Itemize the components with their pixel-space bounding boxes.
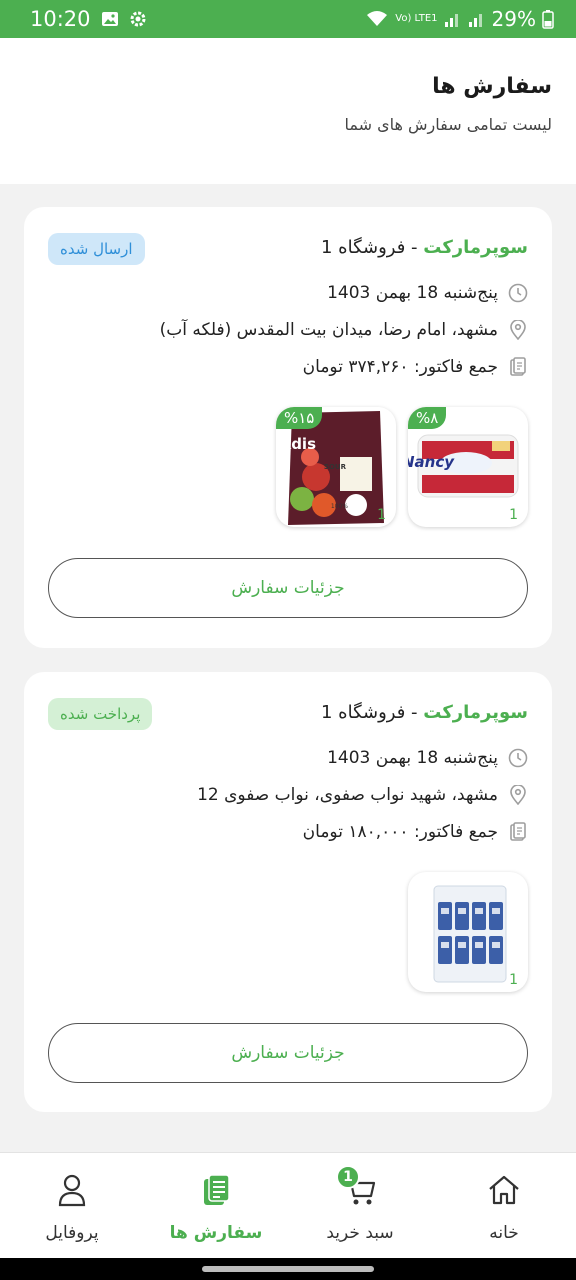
order-details-button[interactable]: جزئیات سفارش (48, 1023, 528, 1083)
network-label: Vo) LTE1 (395, 13, 438, 24)
status-bar: 10:20 Vo) LTE1 29% (0, 0, 576, 38)
order-total-row: جمع فاکتور: ۳۷۴,۲۶۰ تومان (303, 357, 528, 377)
settings-gear-icon (129, 10, 147, 28)
svg-text:SOUR: SOUR (324, 463, 347, 471)
battery-icon (542, 9, 554, 29)
product-thumbnail[interactable]: Nancy %۸ 1 (408, 407, 528, 527)
home-gesture-handle[interactable] (202, 1266, 374, 1272)
nav-profile[interactable]: پروفایل (0, 1153, 144, 1258)
nav-cart[interactable]: 1 سبد خرید (288, 1153, 432, 1258)
order-total: جمع فاکتور: ۳۷۴,۲۶۰ تومان (302, 357, 498, 377)
order-date-row: پنج‌شنبه 18 بهمن 1403 (327, 748, 528, 768)
page-subtitle: لیست تمامی سفارش های شما (344, 115, 552, 134)
order-card[interactable]: سوپرمارکت - فروشگاه 1 پرداخت شده پنج‌شنب… (24, 672, 552, 1112)
discount-badge: %۸ (408, 407, 447, 429)
product-qty: 1 (377, 507, 386, 523)
order-address-row: مشهد، شهید نواب صفوی، نواب صفوی 12 (197, 785, 528, 805)
store-name: سوپرمارکت - فروشگاه 1 (320, 237, 528, 258)
nav-home-label: خانه (489, 1223, 519, 1243)
clock-icon (508, 748, 528, 768)
clock-icon (508, 283, 528, 303)
home-icon (487, 1173, 521, 1211)
order-card[interactable]: سوپرمارکت - فروشگاه 1 ارسال شده پنج‌شنبه… (24, 207, 552, 648)
svg-text:Takdis: Takdis (276, 435, 316, 453)
profile-icon (57, 1173, 87, 1211)
order-total: جمع فاکتور: ۱۸۰,۰۰۰ تومان (302, 822, 498, 842)
nav-cart-label: سبد خرید (326, 1223, 394, 1243)
order-total-row: جمع فاکتور: ۱۸۰,۰۰۰ تومان (303, 822, 528, 842)
page-header: سفارش ها لیست تمامی سفارش های شما (0, 38, 576, 184)
order-date: پنج‌شنبه 18 بهمن 1403 (327, 283, 498, 303)
status-time: 10:20 (30, 7, 91, 31)
location-pin-icon (508, 785, 528, 805)
product-thumbnail[interactable]: 1 (408, 872, 528, 992)
store-brand: سوپرمارکت (423, 702, 528, 723)
svg-text:100%: 100% (331, 503, 348, 510)
status-badge: ارسال شده (48, 233, 145, 265)
nav-orders[interactable]: سفارش ها (144, 1153, 288, 1258)
location-pin-icon (508, 320, 528, 340)
product-thumbnails: Nancy %۸ 1 Takdis SOUR 100% %۱۵ 1 (276, 407, 528, 527)
store-name: سوپرمارکت - فروشگاه 1 (320, 702, 528, 723)
battery-percent: 29% (491, 7, 536, 31)
wifi-icon (365, 10, 389, 28)
order-address: مشهد، امام رضا، میدان بیت المقدس (فلکه آ… (159, 320, 498, 340)
cart-count-badge: 1 (336, 1165, 360, 1189)
page-title: سفارش ها (432, 74, 552, 99)
invoice-icon (508, 822, 528, 842)
order-details-button[interactable]: جزئیات سفارش (48, 558, 528, 618)
product-qty: 1 (509, 507, 518, 523)
nav-orders-label: سفارش ها (169, 1223, 263, 1243)
signal-icon-2 (468, 10, 486, 28)
order-address: مشهد، شهید نواب صفوی، نواب صفوی 12 (197, 785, 498, 805)
product-qty: 1 (509, 972, 518, 988)
bottom-navigation: پروفایل سفارش ها 1 سبد خرید خانه (0, 1152, 576, 1258)
svg-text:Nancy: Nancy (408, 453, 455, 471)
discount-badge: %۱۵ (276, 407, 323, 429)
order-date-row: پنج‌شنبه 18 بهمن 1403 (327, 283, 528, 303)
store-brand: سوپرمارکت (423, 237, 528, 258)
product-thumbnails: 1 (408, 872, 528, 992)
order-date: پنج‌شنبه 18 بهمن 1403 (327, 748, 498, 768)
signal-icon-1 (444, 10, 462, 28)
nav-home[interactable]: خانه (432, 1153, 576, 1258)
gesture-navigation-bar (0, 1258, 576, 1280)
status-badge: پرداخت شده (48, 698, 153, 730)
nav-profile-label: پروفایل (45, 1223, 99, 1243)
order-address-row: مشهد، امام رضا، میدان بیت المقدس (فلکه آ… (160, 320, 528, 340)
invoice-icon (508, 357, 528, 377)
product-thumbnail[interactable]: Takdis SOUR 100% %۱۵ 1 (276, 407, 396, 527)
gallery-icon (101, 10, 119, 28)
orders-icon (201, 1173, 231, 1211)
